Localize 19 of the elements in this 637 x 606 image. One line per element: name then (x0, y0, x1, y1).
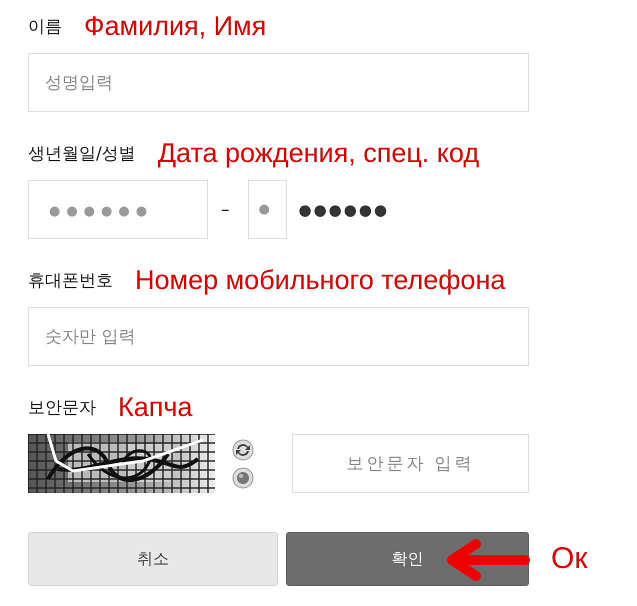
captcha-field[interactable]: 보안문자 입력 (292, 434, 529, 493)
field-label: 이름 (28, 16, 62, 38)
input-field[interactable]: 성명입력 (28, 53, 529, 112)
field-label: 보안문자 (28, 396, 96, 418)
code-field[interactable]: ● (248, 180, 286, 239)
masked-digits: ●●●●●● (298, 200, 390, 218)
birth-date-field[interactable]: ●●●●●● (28, 180, 208, 239)
separator: – (221, 200, 230, 220)
field-label: 생년월일/성별 (28, 142, 136, 164)
annotation: Капча (118, 392, 192, 422)
cancel-button[interactable]: 취소 (28, 532, 278, 586)
confirm-button[interactable]: 확인 (286, 532, 529, 586)
annotation: Фамилия, Имя (84, 10, 266, 42)
annotation: Номер мобильного телефона (135, 264, 506, 296)
annotation: Дата рождения, спец. код (158, 138, 480, 168)
field-label: 휴대폰번호 (28, 270, 113, 292)
input-field[interactable]: 숫자만 입력 (28, 307, 529, 366)
annotation: Ок (551, 542, 588, 576)
refresh-icon[interactable] (232, 438, 254, 460)
